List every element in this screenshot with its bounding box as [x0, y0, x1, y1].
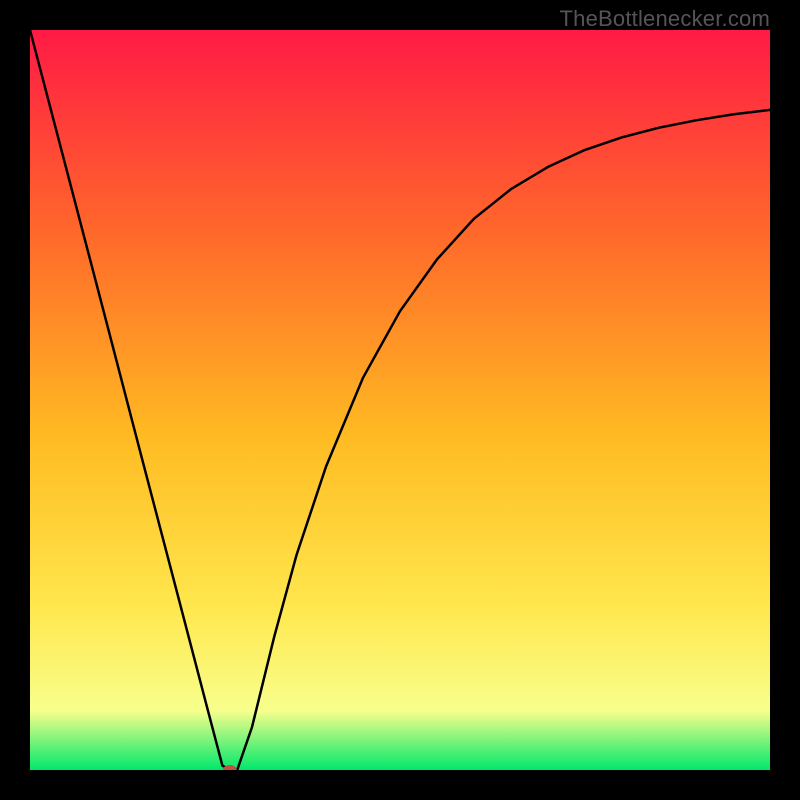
chart-frame: TheBottlenecker.com	[0, 0, 800, 800]
chart-svg	[30, 30, 770, 770]
plot-area	[30, 30, 770, 770]
watermark-text: TheBottlenecker.com	[560, 6, 770, 32]
gradient-bg	[30, 30, 770, 770]
